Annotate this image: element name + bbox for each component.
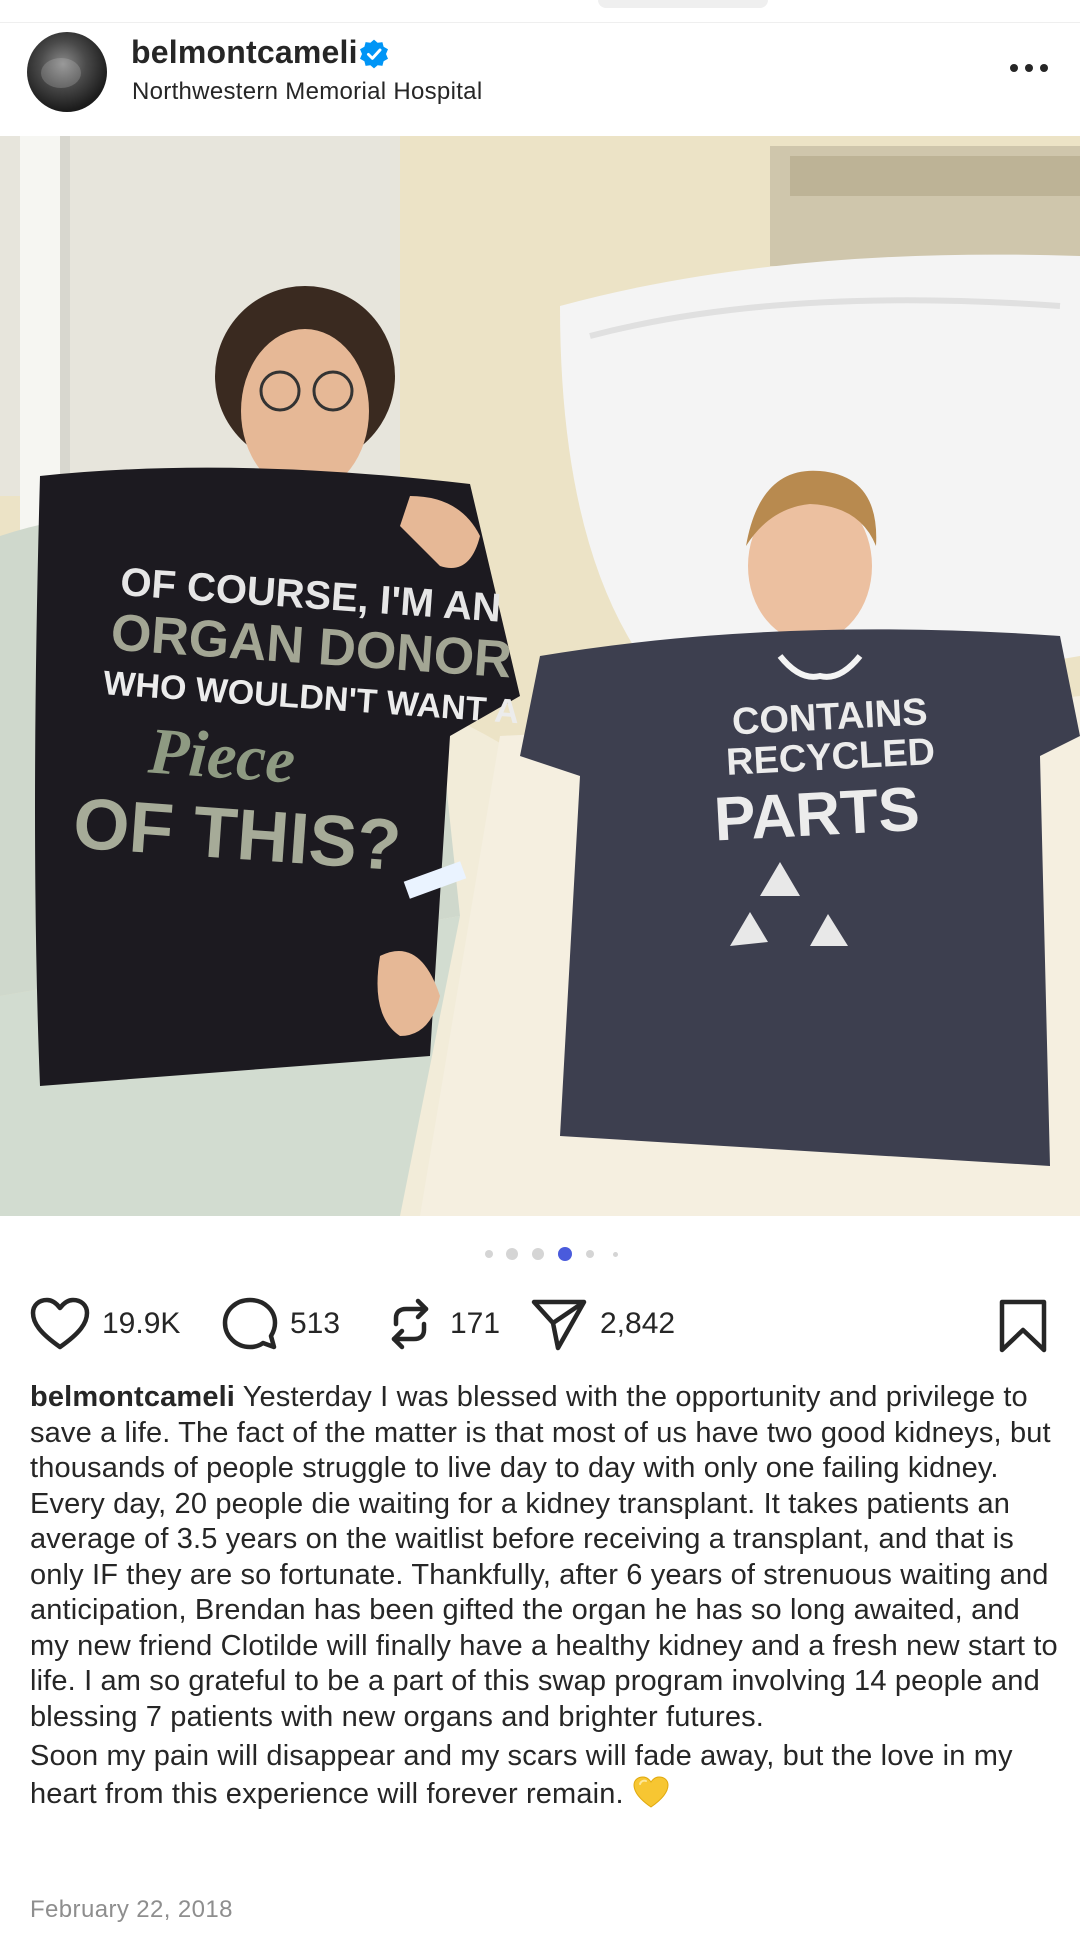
post-photo-illustration: OF COURSE, I'M AN ORGAN DONOR WHO WOULDN… [0,136,1080,1216]
carousel-indicator [0,1246,1080,1261]
avatar[interactable] [27,32,107,112]
post-location[interactable]: Northwestern Memorial Hospital [132,78,482,106]
carousel-dot [613,1252,618,1257]
post-date[interactable]: February 22, 2018 [30,1896,233,1924]
caption-paragraph-1: belmontcameli Yesterday I was blessed wi… [30,1380,1060,1735]
more-options-icon[interactable] [1010,64,1050,76]
comment-count[interactable]: 513 [290,1307,340,1341]
left-shirt-line-4: Piece [145,714,297,797]
yellow-heart-icon [633,1775,669,1808]
repost-icon[interactable] [382,1296,438,1352]
status-bar [0,0,1080,23]
like-action[interactable]: 19.9K [30,1296,180,1352]
comment-icon[interactable] [222,1296,278,1352]
carousel-dot [532,1248,544,1260]
carousel-dot [586,1250,594,1258]
like-count[interactable]: 19.9K [102,1307,180,1341]
bookmark-icon[interactable] [998,1298,1048,1354]
caption-text-2: Soon my pain will disappear and my scars… [30,1740,1013,1810]
post-caption: belmontcameli Yesterday I was blessed wi… [30,1380,1060,1812]
action-bar: 19.9K 513 171 2,842 [0,1290,1080,1354]
post-header: belmontcameli Northwestern Memorial Hosp… [0,22,1080,136]
caption-text-1: Yesterday I was blessed with the opportu… [30,1381,1058,1733]
share-count[interactable]: 2,842 [600,1307,675,1341]
heart-icon[interactable] [30,1297,90,1351]
right-shirt-line-3: PARTS [712,775,921,855]
carousel-dot [506,1248,518,1260]
post-photo[interactable]: OF COURSE, I'M AN ORGAN DONOR WHO WOULDN… [0,136,1080,1216]
carousel-dot-active [558,1247,572,1261]
top-pill [598,0,768,8]
verified-badge-icon [360,39,388,69]
share-action[interactable]: 2,842 [530,1296,675,1352]
repost-count[interactable]: 171 [450,1307,500,1341]
share-icon[interactable] [530,1296,588,1352]
caption-paragraph-2: Soon my pain will disappear and my scars… [30,1739,1060,1812]
carousel-dot [485,1250,493,1258]
repost-action[interactable]: 171 [382,1296,500,1352]
caption-username[interactable]: belmontcameli [30,1381,235,1413]
post-username[interactable]: belmontcameli [131,34,358,71]
comment-action[interactable]: 513 [222,1296,340,1352]
